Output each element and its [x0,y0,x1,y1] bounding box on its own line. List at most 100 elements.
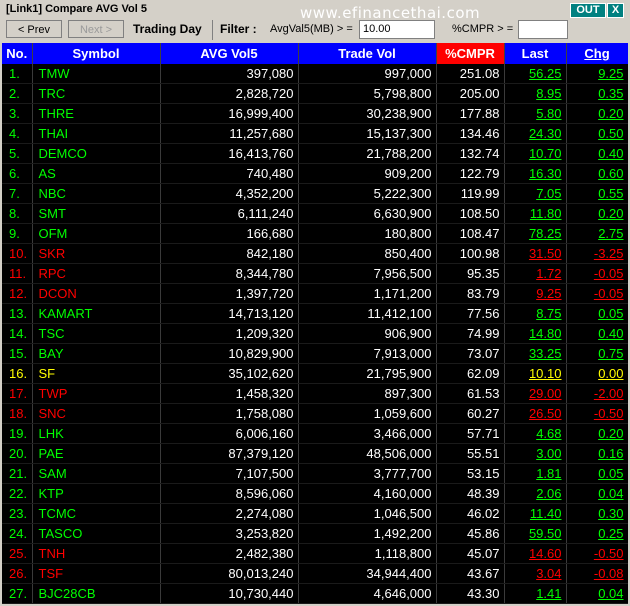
symbol-cell[interactable]: TSC [32,323,161,344]
table-row[interactable]: 27. BJC28CB 10,730,440 4,646,000 43.30 1.41 0.… [2,583,628,604]
symbol-cell[interactable]: DEMCO [32,143,161,164]
change-link[interactable]: -0.50 [566,403,628,424]
symbol-cell[interactable]: RPC [32,263,161,284]
table-row[interactable]: 2. TRC 2,828,720 5,798,800 205.00 8.95 0.35 [2,83,628,104]
symbol-cell[interactable]: BAY [32,343,161,364]
symbol-cell[interactable]: SNC [32,403,161,424]
last-price-link[interactable]: 78.25 [504,223,567,244]
last-price-link[interactable]: 14.60 [504,543,567,564]
last-price-link[interactable]: 10.10 [504,363,567,384]
table-row[interactable]: 22. KTP 8,596,060 4,160,000 48.39 2.06 0.04 [2,483,628,504]
out-button[interactable]: OUT [570,3,606,18]
change-link[interactable]: -0.08 [566,563,628,584]
change-link[interactable]: -0.05 [566,283,628,304]
table-row[interactable]: 19. LHK 6,006,160 3,466,000 57.71 4.68 0.20 [2,423,628,444]
last-price-link[interactable]: 1.72 [504,263,567,284]
close-button[interactable]: X [607,3,624,18]
symbol-cell[interactable]: KAMART [32,303,161,324]
last-price-link[interactable]: 3.04 [504,563,567,584]
change-link[interactable]: 0.60 [566,163,628,184]
change-link[interactable]: 0.20 [566,203,628,224]
symbol-cell[interactable]: SMT [32,203,161,224]
last-price-link[interactable]: 8.95 [504,83,567,104]
change-link[interactable]: 0.05 [566,463,628,484]
last-price-link[interactable]: 5.80 [504,103,567,124]
symbol-cell[interactable]: TMW [32,64,161,84]
last-price-link[interactable]: 1.81 [504,463,567,484]
avg-filter-input[interactable]: 10.00 [359,20,435,39]
table-row[interactable]: 5. DEMCO 16,413,760 21,788,200 132.74 10.70 0.… [2,143,628,164]
symbol-cell[interactable]: SAM [32,463,161,484]
last-price-link[interactable]: 1.41 [504,583,567,604]
change-link[interactable]: -3.25 [566,243,628,264]
symbol-cell[interactable]: KTP [32,483,161,504]
col-header-avg-vol5[interactable]: AVG Vol5 [160,43,299,64]
table-row[interactable]: 10. SKR 842,180 850,400 100.98 31.50 -3.25 [2,243,628,264]
table-row[interactable]: 3. THRE 16,999,400 30,238,900 177.88 5.80 0.20 [2,103,628,124]
table-row[interactable]: 11. RPC 8,344,780 7,956,500 95.35 1.72 -0.05 [2,263,628,284]
table-row[interactable]: 20. PAE 87,379,120 48,506,000 55.51 3.00 0.16 [2,443,628,464]
col-header-last[interactable]: Last [504,43,567,64]
table-row[interactable]: 8. SMT 6,111,240 6,630,900 108.50 11.80 0.20 [2,203,628,224]
change-link[interactable]: 0.40 [566,323,628,344]
next-button[interactable]: Next > [68,20,124,38]
table-row[interactable]: 9. OFM 166,680 180,800 108.47 78.25 2.75 [2,223,628,244]
change-link[interactable]: -2.00 [566,383,628,404]
table-row[interactable]: 7. NBC 4,352,200 5,222,300 119.99 7.05 0.55 [2,183,628,204]
table-row[interactable]: 6. AS 740,480 909,200 122.79 16.30 0.60 [2,163,628,184]
table-row[interactable]: 16. SF 35,102,620 21,795,900 62.09 10.10 0.00 [2,363,628,384]
table-row[interactable]: 13. KAMART 14,713,120 11,412,100 77.56 8.75 0.… [2,303,628,324]
table-row[interactable]: 12. DCON 1,397,720 1,171,200 83.79 9.25 -0.05 [2,283,628,304]
table-row[interactable]: 23. TCMC 2,274,080 1,046,500 46.02 11.40 0.30 [2,503,628,524]
change-link[interactable]: 0.75 [566,343,628,364]
change-link[interactable]: -0.05 [566,263,628,284]
change-link[interactable]: 9.25 [566,64,628,84]
symbol-cell[interactable]: PAE [32,443,161,464]
change-link[interactable]: 2.75 [566,223,628,244]
col-header-trade-vol[interactable]: Trade Vol [298,43,437,64]
symbol-cell[interactable]: LHK [32,423,161,444]
last-price-link[interactable]: 9.25 [504,283,567,304]
change-link[interactable]: 0.55 [566,183,628,204]
table-row[interactable]: 14. TSC 1,209,320 906,900 74.99 14.80 0.40 [2,323,628,344]
change-link[interactable]: 0.50 [566,123,628,144]
change-link[interactable]: 0.05 [566,303,628,324]
symbol-cell[interactable]: THRE [32,103,161,124]
change-link[interactable]: 0.00 [566,363,628,384]
change-link[interactable]: 0.30 [566,503,628,524]
change-link[interactable]: 0.04 [566,483,628,504]
table-row[interactable]: 26. TSF 80,013,240 34,944,400 43.67 3.04 -0.08 [2,563,628,584]
table-row[interactable]: 4. THAI 11,257,680 15,137,300 134.46 24.30 0.5… [2,123,628,144]
col-header-chg[interactable]: Chg [566,43,628,64]
last-price-link[interactable]: 56.25 [504,64,567,84]
last-price-link[interactable]: 8.75 [504,303,567,324]
change-link[interactable]: 0.25 [566,523,628,544]
last-price-link[interactable]: 31.50 [504,243,567,264]
table-row[interactable]: 25. TNH 2,482,380 1,118,800 45.07 14.60 -0.50 [2,543,628,564]
last-price-link[interactable]: 7.05 [504,183,567,204]
last-price-link[interactable]: 33.25 [504,343,567,364]
change-link[interactable]: 0.40 [566,143,628,164]
cmpr-filter-input[interactable] [518,20,568,39]
col-header-no[interactable]: No. [2,43,33,64]
symbol-cell[interactable]: AS [32,163,161,184]
symbol-cell[interactable]: OFM [32,223,161,244]
table-row[interactable]: 21. SAM 7,107,500 3,777,700 53.15 1.81 0.05 [2,463,628,484]
symbol-cell[interactable]: TRC [32,83,161,104]
change-link[interactable]: 0.04 [566,583,628,604]
table-row[interactable]: 24. TASCO 3,253,820 1,492,200 45.86 59.50 0.25 [2,523,628,544]
table-row[interactable]: 15. BAY 10,829,900 7,913,000 73.07 33.25 0.75 [2,343,628,364]
last-price-link[interactable]: 11.80 [504,203,567,224]
symbol-cell[interactable]: TASCO [32,523,161,544]
change-link[interactable]: 0.20 [566,103,628,124]
table-row[interactable]: 18. SNC 1,758,080 1,059,600 60.27 26.50 -0.50 [2,403,628,424]
symbol-cell[interactable]: BJC28CB [32,583,161,604]
table-row[interactable]: 1. TMW 397,080 997,000 251.08 56.25 9.25 [2,64,628,84]
last-price-link[interactable]: 14.80 [504,323,567,344]
symbol-cell[interactable]: TNH [32,543,161,564]
change-link[interactable]: -0.50 [566,543,628,564]
symbol-cell[interactable]: SF [32,363,161,384]
last-price-link[interactable]: 26.50 [504,403,567,424]
last-price-link[interactable]: 3.00 [504,443,567,464]
col-header-symbol[interactable]: Symbol [32,43,161,64]
